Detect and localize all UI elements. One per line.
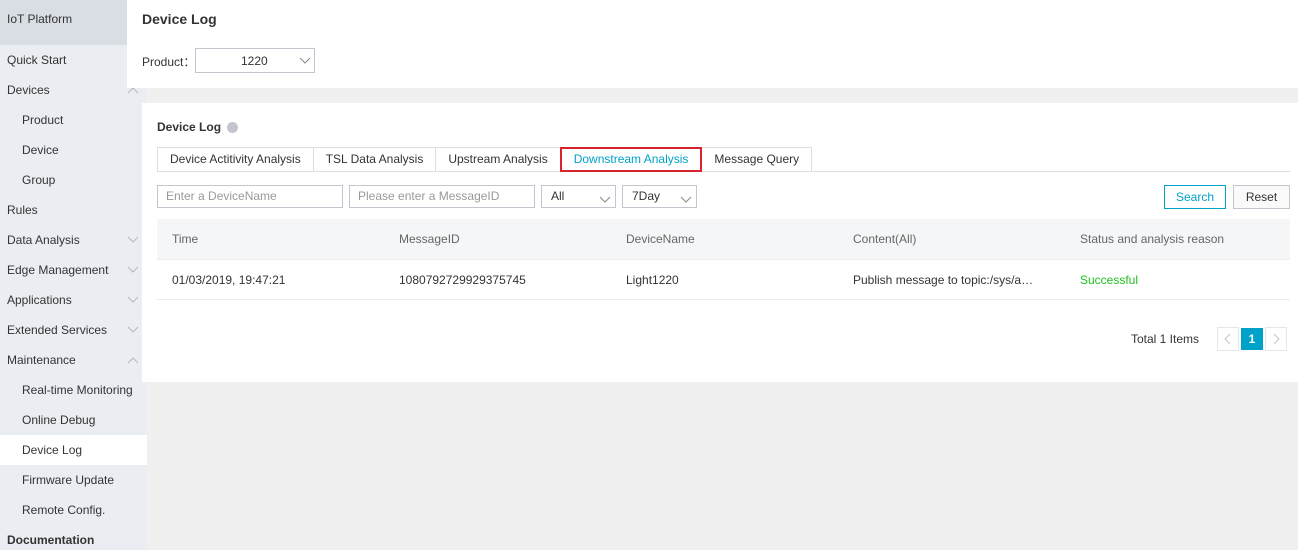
sidebar-item-firmware-update[interactable]: Firmware Update (0, 465, 147, 495)
product-label: Product： (142, 55, 196, 69)
sidebar-item-remote-config[interactable]: Remote Config. (0, 495, 147, 525)
sidebar-item-label: Remote Config. (22, 503, 106, 517)
tab-device-activity-analysis[interactable]: Device Actitivity Analysis (157, 147, 313, 172)
page-header: Device Log Product： 1220 (127, 0, 1298, 88)
filter-bar: Enter a DeviceName Please enter a Messag… (157, 185, 1290, 209)
brand-title[interactable]: IoT Platform (0, 0, 127, 45)
sidebar-item-data-analysis[interactable]: Data Analysis (0, 225, 147, 255)
prev-page-button[interactable] (1217, 327, 1239, 351)
tabs: Device Actitivity Analysis TSL Data Anal… (157, 147, 813, 172)
sidebar-item-product[interactable]: Product (0, 105, 147, 135)
sidebar-item-label: Group (22, 173, 56, 187)
search-button[interactable]: Search (1164, 185, 1226, 209)
log-table: Time MessageID DeviceName Content(All) S… (157, 219, 1290, 300)
time-range-select-value: 7Day (632, 189, 661, 203)
sidebar-item-realtime-monitoring[interactable]: Real-time Monitoring (0, 375, 147, 405)
cell-status: Successful (1080, 272, 1139, 287)
chevron-left-icon (1224, 333, 1231, 345)
page-title: Device Log (142, 11, 217, 27)
help-icon[interactable] (227, 122, 238, 133)
chevron-down-icon (127, 255, 141, 285)
sidebar: IoT Platform Quick Start Devices Product… (0, 0, 147, 550)
section-title: Device Log (157, 120, 222, 134)
tab-upstream-analysis[interactable]: Upstream Analysis (435, 147, 560, 172)
sidebar-item-label: Maintenance (7, 353, 76, 367)
sidebar-item-edge-management[interactable]: Edge Management (0, 255, 147, 285)
chevron-down-icon (127, 285, 141, 315)
cell-message-id: 1080792729929375745 (399, 272, 526, 287)
product-select[interactable]: 1220 (195, 48, 315, 73)
sidebar-item-label: Quick Start (7, 53, 67, 67)
device-name-input[interactable]: Enter a DeviceName (157, 185, 343, 208)
sidebar-item-label: Firmware Update (22, 473, 115, 487)
sidebar-item-label: Product (22, 113, 64, 127)
cell-content: Publish message to topic:/sys/a18… (853, 272, 1047, 287)
table-header: Time MessageID DeviceName Content(All) S… (157, 219, 1290, 260)
tab-tsl-data-analysis[interactable]: TSL Data Analysis (312, 147, 436, 172)
time-range-select[interactable]: 7Day (622, 185, 697, 208)
sidebar-item-documentation[interactable]: Documentation (0, 525, 147, 550)
chevron-up-icon (127, 345, 141, 375)
reset-button[interactable]: Reset (1233, 185, 1290, 209)
sidebar-item-applications[interactable]: Applications (0, 285, 147, 315)
sidebar-item-label: Edge Management (7, 263, 109, 277)
sidebar-item-device[interactable]: Device (0, 135, 147, 165)
cell-device-name: Light1220 (626, 272, 679, 287)
sidebar-item-device-log[interactable]: Device Log (0, 435, 147, 465)
tab-downstream-analysis[interactable]: Downstream Analysis (559, 147, 703, 172)
sidebar-item-rules[interactable]: Rules (0, 195, 147, 225)
sidebar-item-label: Device Log (22, 443, 83, 457)
sidebar-item-label: Real-time Monitoring (22, 383, 133, 397)
column-header-content: Content(All) (853, 232, 917, 246)
page-number-current[interactable]: 1 (1241, 328, 1263, 350)
column-header-message-id: MessageID (399, 232, 460, 246)
status-select-value: All (551, 189, 565, 203)
sidebar-item-label: Applications (7, 293, 72, 307)
pagination: Total 1 Items 1 (1131, 327, 1287, 351)
tab-message-query[interactable]: Message Query (702, 147, 813, 172)
column-header-status: Status and analysis reason (1080, 232, 1225, 246)
chevron-down-icon (599, 191, 611, 212)
sidebar-item-maintenance[interactable]: Maintenance (0, 345, 147, 375)
sidebar-item-extended-services[interactable]: Extended Services (0, 315, 147, 345)
next-page-button[interactable] (1265, 327, 1287, 351)
cell-time: 01/03/2019, 19:47:21 (172, 272, 286, 287)
sidebar-item-label: Device (22, 143, 59, 157)
product-select-value: 1220 (241, 54, 268, 68)
sidebar-item-label: Extended Services (7, 323, 108, 337)
device-log-panel: Device Log Device Actitivity Analysis TS… (142, 103, 1298, 382)
sidebar-item-group[interactable]: Group (0, 165, 147, 195)
chevron-right-icon (1273, 333, 1280, 345)
sidebar-item-quick-start[interactable]: Quick Start (0, 45, 147, 75)
column-header-time: Time (172, 232, 199, 246)
chevron-down-icon (680, 191, 692, 212)
status-select[interactable]: All (541, 185, 616, 208)
sidebar-item-label: Data Analysis (7, 233, 80, 247)
sidebar-item-label: Online Debug (22, 413, 96, 427)
sidebar-item-label: Rules (7, 203, 38, 217)
chevron-down-icon (127, 225, 141, 255)
sidebar-item-devices[interactable]: Devices (0, 75, 147, 105)
column-header-device-name: DeviceName (626, 232, 695, 246)
table-row: 01/03/2019, 19:47:21 1080792729929375745… (157, 260, 1290, 300)
chevron-down-icon (299, 55, 311, 69)
sidebar-item-online-debug[interactable]: Online Debug (0, 405, 147, 435)
chevron-down-icon (127, 315, 141, 345)
sidebar-item-label: Devices (7, 83, 50, 97)
sidebar-item-label: Documentation (7, 533, 95, 547)
message-id-input[interactable]: Please enter a MessageID (349, 185, 535, 208)
pagination-total: Total 1 Items (1130, 332, 1199, 346)
